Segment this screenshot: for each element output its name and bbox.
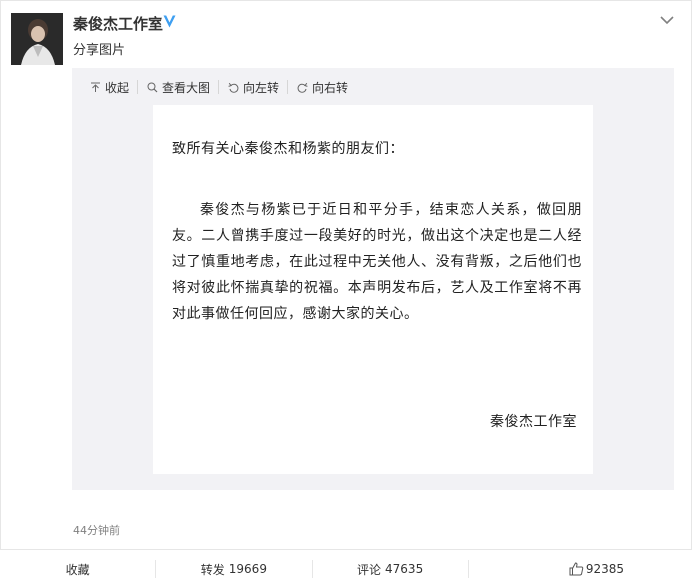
comment-button[interactable]: 评论 47635 — [311, 560, 468, 578]
post-timestamp[interactable]: 44分钟前 — [73, 522, 120, 538]
collapse-icon — [91, 82, 100, 92]
post-subtitle: 分享图片 — [73, 43, 126, 58]
like-button[interactable]: 92385 — [467, 560, 692, 578]
comment-count: 47635 — [385, 562, 424, 576]
favorite-button[interactable]: 收藏 — [0, 560, 155, 578]
favorite-label: 收藏 — [65, 562, 90, 577]
username[interactable]: 秦俊杰工作室 — [73, 13, 163, 34]
collapse-label: 收起 — [105, 80, 130, 95]
rotate-right-icon — [297, 82, 308, 93]
comment-label: 评论 — [357, 562, 382, 577]
rotate-left-icon — [228, 82, 239, 93]
collapse-button[interactable]: 收起 — [86, 80, 137, 95]
zoom-icon — [147, 82, 158, 92]
thumb-up-icon — [569, 562, 584, 576]
media-box: 收起 查看大图 向左转 向右转 致所有关心秦俊杰和杨紫的朋友们： 秦俊杰与杨紫已… — [72, 68, 674, 490]
statement-body: 秦俊杰与杨紫已于近日和平分手，结束恋人关系，做回朋友。二人曾携手度过一段美好的时… — [172, 202, 582, 322]
avatar-image — [11, 13, 63, 65]
rotate-left-button[interactable]: 向左转 — [218, 80, 287, 95]
avatar[interactable] — [11, 13, 63, 65]
rotate-right-button[interactable]: 向右转 — [287, 80, 356, 95]
action-bar: 收藏 转发 19669 评论 47635 92385 — [0, 549, 692, 588]
rotate-left-label: 向左转 — [243, 80, 280, 95]
statement-image[interactable]: 致所有关心秦俊杰和杨紫的朋友们： 秦俊杰与杨紫已于近日和平分手，结束恋人关系，做… — [153, 105, 593, 474]
repost-button[interactable]: 转发 19669 — [155, 560, 311, 578]
statement-signature: 秦俊杰工作室 — [490, 414, 577, 430]
media-toolbar: 收起 查看大图 向左转 向右转 — [72, 68, 674, 106]
chevron-down-icon[interactable] — [659, 12, 675, 28]
repost-count: 19669 — [228, 562, 267, 576]
weibo-post-card: 秦俊杰工作室 分享图片 收起 查看大图 向左转 向右转 致所有关心秦俊杰和杨紫的… — [0, 0, 692, 549]
like-count: 92385 — [585, 562, 624, 576]
rotate-right-label: 向右转 — [312, 80, 349, 95]
view-large-button[interactable]: 查看大图 — [137, 80, 218, 95]
repost-label: 转发 — [200, 562, 225, 577]
verified-icon — [161, 13, 178, 30]
view-large-label: 查看大图 — [162, 80, 211, 95]
statement-greeting: 致所有关心秦俊杰和杨紫的朋友们： — [172, 141, 404, 157]
